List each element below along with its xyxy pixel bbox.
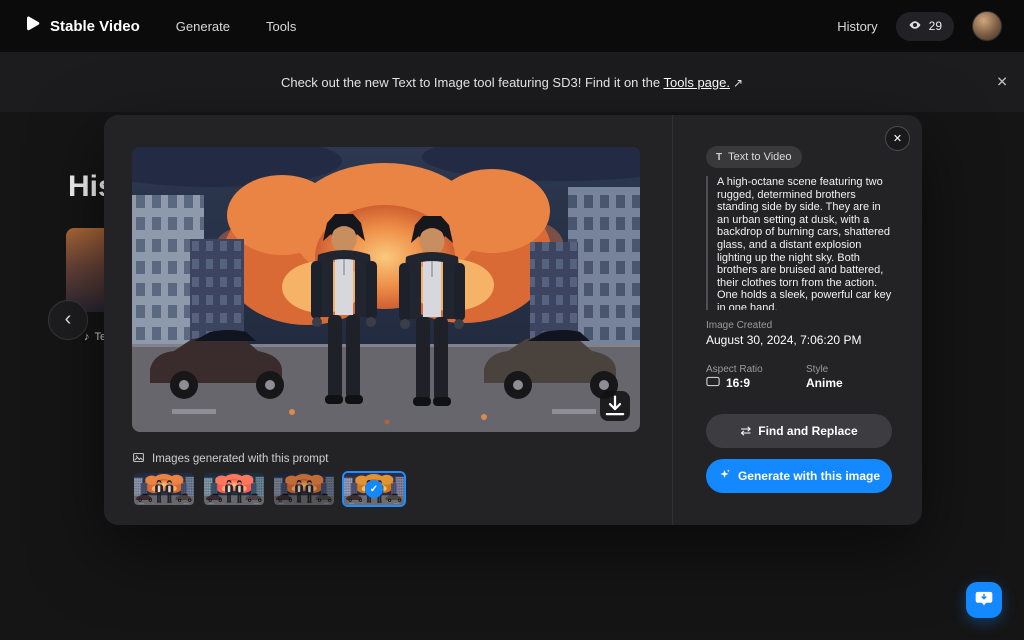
nav-tools[interactable]: Tools	[266, 19, 296, 34]
eye-icon	[908, 18, 922, 35]
history-card-label: ♪ Te	[84, 331, 107, 343]
thumbnail-1[interactable]	[132, 471, 196, 507]
image-icon	[132, 451, 145, 467]
prompt-text: A high-octane scene featuring two rugged…	[706, 176, 894, 310]
find-and-replace-button[interactable]: ⇄ Find and Replace	[706, 414, 892, 448]
banner-text: Check out the new Text to Image tool fea…	[280, 74, 664, 90]
modal-detail-panel: ✕ T Text to Video A high-octane scene fe…	[673, 115, 922, 525]
app: Stable Video Generate Tools History 29 C…	[0, 0, 1024, 640]
credits-pill[interactable]: 29	[895, 11, 954, 41]
nav-generate[interactable]: Generate	[176, 19, 230, 34]
modal-close-icon[interactable]: ✕	[885, 126, 910, 151]
thumbnails-caption: Images generated with this prompt	[132, 451, 328, 467]
thumbnail-3[interactable]	[272, 471, 336, 507]
thumbnail-4-selected[interactable]: ✓	[342, 471, 406, 507]
sparkle-icon	[718, 468, 731, 484]
thumbnail-strip: ✓	[132, 471, 406, 507]
image-detail-modal: Images generated with this prompt ✓ ✕ T …	[104, 115, 922, 525]
stable-video-logo-icon	[22, 14, 42, 38]
aspect-ratio-value: 16:9	[706, 376, 750, 390]
swap-icon: ⇄	[740, 423, 752, 438]
music-note-icon: ♪	[84, 331, 90, 343]
announcement-banner: Check out the new Text to Image tool fea…	[0, 52, 1024, 112]
aspect-ratio-label: Aspect Ratio	[706, 364, 763, 375]
avatar[interactable]	[972, 11, 1002, 41]
download-button[interactable]	[600, 391, 630, 421]
main-nav: Generate Tools	[176, 19, 297, 34]
credits-count: 29	[928, 19, 942, 33]
chat-feedback-button[interactable]	[966, 582, 1002, 618]
thumbnail-2[interactable]	[202, 471, 266, 507]
brand[interactable]: Stable Video	[22, 14, 140, 38]
text-to-video-badge: T Text to Video	[706, 146, 802, 168]
image-created-value: August 30, 2024, 7:06:20 PM	[706, 333, 862, 347]
nav-history[interactable]: History	[837, 19, 877, 34]
generated-image	[132, 147, 640, 432]
image-created-label: Image Created	[706, 320, 773, 331]
text-icon: T	[716, 151, 723, 163]
aspect-ratio-icon	[706, 376, 720, 390]
generate-with-image-button[interactable]: Generate with this image	[706, 459, 892, 493]
chevron-left-button[interactable]: ‹	[48, 300, 88, 340]
external-link-icon: ↗	[732, 75, 744, 90]
check-icon: ✓	[365, 480, 383, 498]
chat-bubble-icon	[974, 589, 994, 612]
banner-tools-page-link[interactable]: Tools page.	[663, 75, 730, 90]
brand-label: Stable Video	[50, 17, 140, 35]
style-value: Anime	[806, 376, 843, 390]
navbar: Stable Video Generate Tools History 29	[0, 0, 1024, 52]
banner-close-icon[interactable]: ✕	[996, 74, 1008, 91]
style-label: Style	[806, 364, 829, 375]
